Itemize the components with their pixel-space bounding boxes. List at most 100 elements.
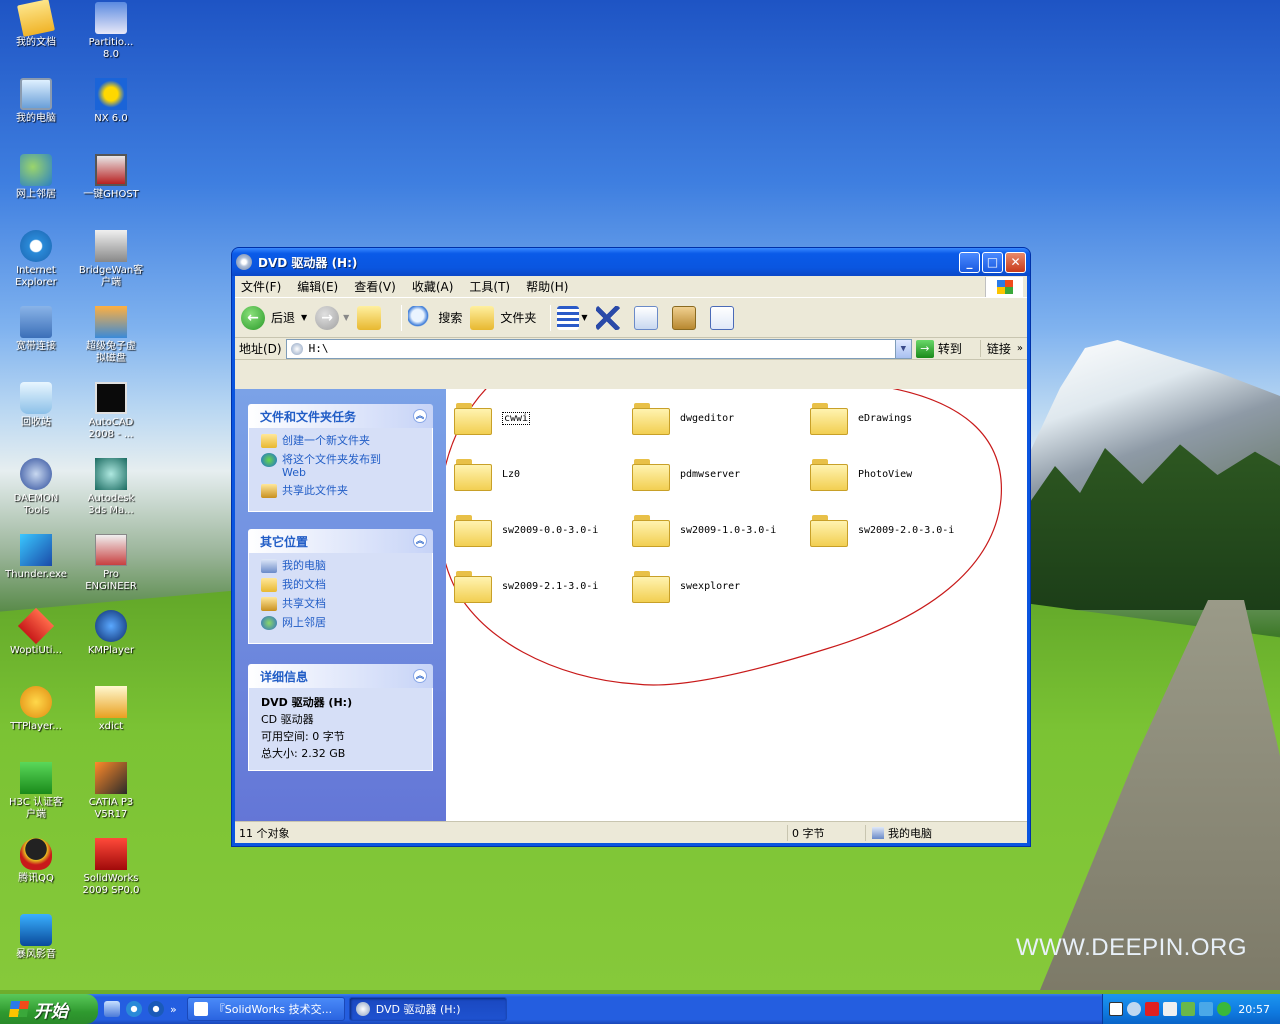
- forward-dropdown-icon[interactable]: ▼: [343, 313, 349, 322]
- folder-item[interactable]: swexplorer: [632, 561, 810, 611]
- ghost-icon: [95, 154, 127, 186]
- title-bar[interactable]: DVD 驱动器 (H:) _ □ ✕: [232, 248, 1030, 276]
- internet-explorer-icon[interactable]: [126, 1001, 142, 1017]
- desktop-icon[interactable]: KMPlayer: [73, 610, 149, 657]
- desktop-icon[interactable]: Internet Explorer: [0, 230, 74, 289]
- task-link[interactable]: 创建一个新文件夹: [261, 434, 422, 448]
- search-button[interactable]: 搜索: [408, 305, 463, 330]
- browser-icon[interactable]: [148, 1001, 164, 1017]
- desktop-icon[interactable]: 我的文档: [0, 0, 74, 49]
- links-chevron-icon[interactable]: »: [1017, 343, 1023, 354]
- task-link[interactable]: 共享此文件夹: [261, 484, 422, 498]
- details-header[interactable]: 详细信息 ︽: [248, 664, 433, 688]
- task-link[interactable]: 我的电脑: [261, 559, 422, 573]
- cut-button[interactable]: [595, 305, 626, 330]
- menu-file[interactable]: 文件(F): [241, 278, 281, 295]
- desktop-icon[interactable]: 回收站: [0, 382, 74, 429]
- properties-button[interactable]: [709, 305, 740, 330]
- folder-item[interactable]: sw2009-0.0-3.0-i: [454, 505, 632, 555]
- address-input[interactable]: H:\ ▼: [285, 338, 912, 359]
- folder-item[interactable]: eDrawings: [810, 393, 988, 443]
- desktop-icon[interactable]: BridgeWan客 户端: [73, 230, 149, 289]
- desktop-icon[interactable]: AutoCAD 2008 - ...: [73, 382, 149, 441]
- taskbar-item-label: DVD 驱动器 (H:): [375, 1003, 461, 1016]
- start-button[interactable]: 开始: [0, 994, 98, 1024]
- address-dropdown-icon[interactable]: ▼: [894, 339, 911, 358]
- menu-view[interactable]: 查看(V): [354, 278, 396, 295]
- forward-button[interactable]: → ▼: [315, 305, 349, 330]
- close-button[interactable]: ✕: [1005, 251, 1026, 273]
- desktop-icon[interactable]: 宽带连接: [0, 306, 74, 353]
- task-link[interactable]: 网上邻居: [261, 616, 422, 630]
- views-button[interactable]: ▼: [557, 305, 588, 330]
- back-button[interactable]: ← 后退 ▼: [241, 305, 307, 330]
- desktop-icon[interactable]: NX 6.0: [73, 78, 149, 125]
- desktop-icon[interactable]: WoptiUti...: [0, 607, 74, 657]
- desktop-icon[interactable]: Partitio... 8.0: [73, 2, 149, 61]
- desktop-icon[interactable]: 网上邻居: [0, 154, 74, 201]
- antivirus-icon[interactable]: [1145, 1002, 1159, 1016]
- views-icon: [557, 305, 580, 330]
- clock[interactable]: 20:57: [1238, 1003, 1270, 1016]
- taskbar: 开始 » 『SolidWorks 技术交... DVD 驱动器 (H:) 20:…: [0, 994, 1280, 1024]
- collapse-chevron-icon[interactable]: ︽: [413, 534, 427, 548]
- back-dropdown-icon[interactable]: ▼: [301, 313, 307, 322]
- volume-icon[interactable]: [1199, 1002, 1213, 1016]
- menu-favorites[interactable]: 收藏(A): [412, 278, 454, 295]
- folder-item[interactable]: Lz0: [454, 449, 632, 499]
- folder-item[interactable]: sw2009-2.1-3.0-i: [454, 561, 632, 611]
- task-link[interactable]: 我的文档: [261, 578, 422, 592]
- folder-item[interactable]: pdmwserver: [632, 449, 810, 499]
- desktop-icon[interactable]: Pro ENGINEER: [73, 534, 149, 593]
- maximize-button[interactable]: □: [982, 251, 1003, 273]
- other-places-header[interactable]: 其它位置 ︽: [248, 529, 433, 553]
- network-icon[interactable]: [1163, 1002, 1177, 1016]
- go-arrow-icon[interactable]: →: [915, 339, 934, 358]
- desktop-icon[interactable]: xdict: [73, 686, 149, 733]
- collapse-chevron-icon[interactable]: ︽: [413, 669, 427, 683]
- desktop-icon[interactable]: 超级兔子虚 拟磁盘: [73, 306, 149, 365]
- desktop-icon[interactable]: SolidWorks 2009 SP0.0: [73, 838, 149, 897]
- taskbar-item-dvd-drive[interactable]: DVD 驱动器 (H:): [348, 997, 507, 1021]
- task-link[interactable]: 共享文档: [261, 597, 422, 611]
- folder-item[interactable]: dwgeditor: [632, 393, 810, 443]
- desktop-icon-label: 我的文档: [16, 37, 56, 48]
- folder-item[interactable]: PhotoView: [810, 449, 988, 499]
- links-button[interactable]: 链接: [979, 340, 1011, 357]
- menu-tools[interactable]: 工具(T): [469, 278, 510, 295]
- copy-button[interactable]: [633, 305, 664, 330]
- desktop-icon[interactable]: 腾讯QQ: [0, 838, 74, 885]
- tray-expand-icon[interactable]: [1127, 1002, 1141, 1016]
- desktop-icon-label: Thunder.exe: [5, 569, 67, 580]
- keyboard-icon[interactable]: [1109, 1002, 1123, 1016]
- desktop-icon[interactable]: 一键GHOST: [73, 154, 149, 201]
- folder-item[interactable]: sw2009-1.0-3.0-i: [632, 505, 810, 555]
- desktop-icon[interactable]: TTPlayer...: [0, 686, 74, 733]
- taskbar-item-solidworks[interactable]: 『SolidWorks 技术交...: [186, 997, 345, 1021]
- folder-item[interactable]: sw2009-2.0-3.0-i: [810, 505, 988, 555]
- up-folder-button[interactable]: [357, 305, 387, 330]
- desktop-icon[interactable]: Thunder.exe: [0, 534, 74, 581]
- desktop-icon[interactable]: DAEMON Tools: [0, 458, 74, 517]
- desktop-icon[interactable]: Autodesk 3ds Ma...: [73, 458, 149, 517]
- update-icon[interactable]: [1217, 1002, 1231, 1016]
- desktop-icon[interactable]: 暴风影音: [0, 914, 74, 961]
- search-label: 搜索: [438, 311, 463, 325]
- minimize-button[interactable]: _: [959, 251, 980, 273]
- menu-help[interactable]: 帮助(H): [526, 278, 568, 295]
- quick-launch: »: [98, 1001, 183, 1017]
- menu-edit[interactable]: 编辑(E): [297, 278, 338, 295]
- quick-launch-chevron-icon[interactable]: »: [170, 1003, 177, 1016]
- task-link[interactable]: 将这个文件夹发布到 Web: [261, 453, 422, 479]
- desktop-icon[interactable]: H3C 认证客 户端: [0, 762, 74, 821]
- paste-button[interactable]: [671, 305, 702, 330]
- folders-button[interactable]: 文件夹: [470, 305, 536, 330]
- go-button[interactable]: 转到: [938, 340, 962, 357]
- folder-item[interactable]: cwwi: [454, 393, 632, 443]
- security-icon[interactable]: [1181, 1002, 1195, 1016]
- show-desktop-icon[interactable]: [104, 1001, 120, 1017]
- file-tasks-header[interactable]: 文件和文件夹任务 ︽: [248, 404, 433, 428]
- desktop-icon[interactable]: 我的电脑: [0, 78, 74, 125]
- desktop-icon[interactable]: CATIA P3 V5R17: [73, 762, 149, 821]
- collapse-chevron-icon[interactable]: ︽: [413, 409, 427, 423]
